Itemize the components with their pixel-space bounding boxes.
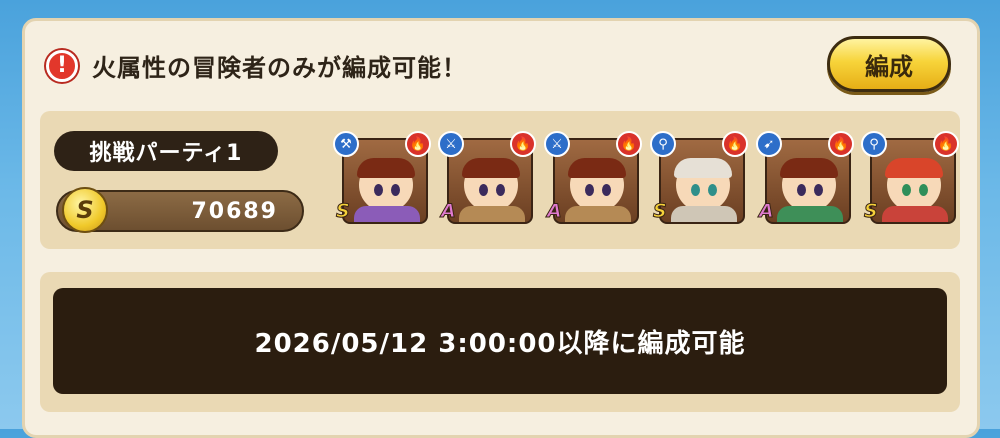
exclamation-icon: ! xyxy=(46,49,78,82)
staff-icon: ⚲ xyxy=(650,131,676,157)
fire-icon: 🔥 xyxy=(933,131,959,157)
rank-badge: S xyxy=(62,187,108,233)
rank-label: S xyxy=(653,200,668,223)
power-value: 70689 xyxy=(191,199,278,224)
formation-button[interactable]: 編成 xyxy=(827,36,951,92)
availability-box: 2026/05/12 3:00:00以降に編成可能 xyxy=(53,288,947,394)
availability-message: 2026/05/12 3:00:00以降に編成可能 xyxy=(254,328,746,359)
rank-label: S xyxy=(864,200,879,223)
fire-icon: 🔥 xyxy=(616,131,642,157)
restriction-notice: ! 火属性の冒険者のみが編成可能！ xyxy=(46,48,467,83)
rank-label: A xyxy=(441,200,457,223)
fire-icon: 🔥 xyxy=(828,131,854,157)
rank-label: A xyxy=(547,200,563,223)
fire-icon: 🔥 xyxy=(510,131,536,157)
sword-icon: ⚔ xyxy=(544,131,570,157)
wand-icon: ⚲ xyxy=(861,131,887,157)
bow-icon: ➹ xyxy=(756,131,782,157)
axe-icon: ⚒ xyxy=(333,131,359,157)
party-name: 挑戦パーティ1 xyxy=(54,131,278,171)
fire-icon: 🔥 xyxy=(722,131,748,157)
rank-label: A xyxy=(759,200,775,223)
sword-icon: ⚔ xyxy=(438,131,464,157)
rank-label: S xyxy=(336,200,351,223)
notice-text: 火属性の冒険者のみが編成可能！ xyxy=(92,54,467,82)
fire-icon: 🔥 xyxy=(405,131,431,157)
